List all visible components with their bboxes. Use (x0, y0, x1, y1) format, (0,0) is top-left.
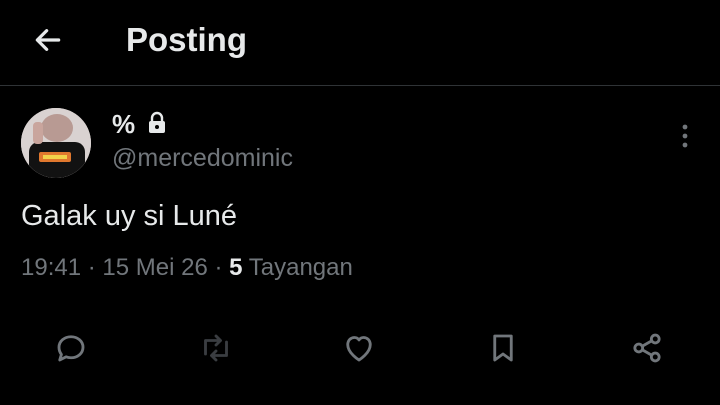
lock-icon (149, 111, 165, 133)
reply-icon (57, 335, 85, 362)
meta-separator: · (214, 254, 223, 281)
like-button[interactable] (339, 328, 379, 368)
post-text: Galak uy si Luné (21, 200, 238, 232)
avatar-image (21, 108, 91, 178)
reply-button[interactable] (51, 328, 91, 368)
display-name[interactable]: % (112, 108, 135, 140)
back-button[interactable] (28, 20, 68, 60)
more-options-button[interactable] (672, 120, 698, 152)
share-icon (633, 333, 661, 363)
bookmark-button[interactable] (483, 328, 523, 368)
bookmark-icon (493, 334, 513, 362)
meta-separator: · (87, 254, 96, 281)
post-meta: 19:41 · 15 Mei 26 · 5 Tayangan (21, 252, 353, 284)
user-handle[interactable]: @mercedominic (112, 142, 293, 174)
repost-icon (204, 334, 228, 362)
more-vertical-icon (682, 124, 688, 148)
arrow-left-icon (35, 29, 61, 51)
post-date: 15 Mei 26 (102, 254, 208, 281)
post-time: 19:41 (21, 254, 82, 281)
page-title: Posting (126, 21, 247, 58)
top-bar: Posting (0, 0, 720, 86)
like-icon (346, 336, 372, 362)
avatar[interactable] (21, 108, 91, 178)
views-label[interactable]: Tayangan (249, 254, 353, 281)
views-count[interactable]: 5 (229, 254, 242, 281)
repost-button[interactable] (196, 328, 236, 368)
share-button[interactable] (627, 328, 667, 368)
